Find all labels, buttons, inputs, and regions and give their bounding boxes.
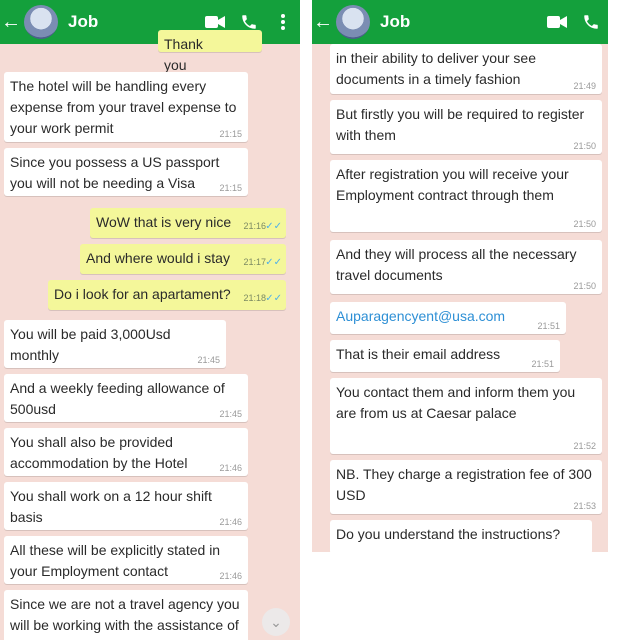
message-time: 21:17 xyxy=(243,257,266,267)
contact-name[interactable]: Job xyxy=(68,12,198,32)
message-time: 21:46 xyxy=(219,517,242,527)
video-call-icon[interactable] xyxy=(198,15,232,29)
message-outgoing[interactable]: WoW that is very nice 21:16 ✓✓ xyxy=(90,208,286,238)
phone-icon[interactable] xyxy=(232,13,266,31)
right-chat-panel: ← Job in their ability to deliver your s… xyxy=(312,0,608,552)
scroll-down-icon[interactable]: ⌄ xyxy=(262,608,290,636)
message-incoming[interactable]: You shall work on a 12 hour shift basis … xyxy=(4,482,248,530)
contact-avatar[interactable] xyxy=(336,5,370,39)
double-check-icon: ✓✓ xyxy=(265,221,282,232)
message-time: 21:49 xyxy=(573,81,596,91)
message-incoming[interactable]: You will be paid 3,000Usd monthly 21:45 xyxy=(4,320,226,368)
message-text: You shall also be provided accommodation… xyxy=(10,434,188,471)
message-text: All these will be explicitly stated in y… xyxy=(10,542,221,579)
back-arrow-icon[interactable]: ← xyxy=(312,0,334,44)
double-check-icon: ✓✓ xyxy=(265,257,282,268)
message-time: 21:46 xyxy=(219,463,242,473)
message-incoming[interactable]: Since we are not a travel agency you wil… xyxy=(4,590,248,640)
message-time: 21:50 xyxy=(573,281,596,291)
message-time: 21:52 xyxy=(573,441,596,451)
message-outgoing[interactable]: And where would i stay 21:17 ✓✓ xyxy=(80,244,286,274)
message-incoming[interactable]: Since you possess a US passport you will… xyxy=(4,148,248,196)
message-incoming[interactable]: You contact them and inform them you are… xyxy=(330,378,602,454)
contact-name[interactable]: Job xyxy=(380,12,540,32)
back-arrow-icon[interactable]: ← xyxy=(0,0,22,44)
contact-avatar[interactable] xyxy=(24,5,58,39)
message-time: 21:18 xyxy=(243,293,266,303)
message-text: Thank you xyxy=(164,36,203,73)
message-time: 21:15 xyxy=(219,183,242,193)
message-incoming[interactable]: in their ability to deliver your see doc… xyxy=(330,44,602,94)
message-text: You shall work on a 12 hour shift basis xyxy=(10,488,212,525)
message-text: You will be paid 3,000Usd monthly xyxy=(10,326,171,363)
message-time: 21:46 xyxy=(219,571,242,581)
message-text: NB. They charge a registration fee of 30… xyxy=(336,466,592,503)
message-text: And where would i stay xyxy=(86,250,230,266)
message-text: That is their email address xyxy=(336,346,501,362)
message-text: And they will process all the necessary … xyxy=(336,246,577,283)
message-text: But firstly you will be required to regi… xyxy=(336,106,585,143)
chat-header: ← Job xyxy=(312,0,608,44)
message-time: 21:51 xyxy=(531,359,554,369)
message-text: WoW that is very nice xyxy=(96,214,232,230)
message-incoming[interactable]: Do you understand the instructions? xyxy=(330,520,592,552)
message-text: Since we are not a travel agency you wil… xyxy=(10,596,240,633)
message-time: 21:53 xyxy=(573,501,596,511)
left-chat-panel: ← Job Thank you The hotel will be handli… xyxy=(0,0,300,640)
message-time: 21:45 xyxy=(219,409,242,419)
message-incoming[interactable]: And a weekly feeding allowance of 500usd… xyxy=(4,374,248,422)
message-incoming[interactable]: And they will process all the necessary … xyxy=(330,240,602,294)
message-text: The hotel will be handling every expense… xyxy=(10,78,237,136)
message-incoming[interactable]: All these will be explicitly stated in y… xyxy=(4,536,248,584)
message-incoming[interactable]: But firstly you will be required to regi… xyxy=(330,100,602,154)
message-text: in their ability to deliver your see doc… xyxy=(336,50,536,87)
message-time: 21:51 xyxy=(537,321,560,331)
message-text: Do i look for an apartament? xyxy=(54,286,231,302)
message-time: 21:45 xyxy=(197,355,220,365)
message-list[interactable]: Thank you The hotel will be handling eve… xyxy=(0,30,300,640)
message-incoming[interactable]: That is their email address 21:51 xyxy=(330,340,560,372)
message-time: 21:50 xyxy=(573,141,596,151)
message-text: And a weekly feeding allowance of 500usd xyxy=(10,380,225,417)
message-incoming[interactable]: NB. They charge a registration fee of 30… xyxy=(330,460,602,514)
message-outgoing[interactable]: Thank you xyxy=(158,30,262,73)
blank-area xyxy=(312,552,640,640)
right-gap xyxy=(608,0,640,552)
double-check-icon: ✓✓ xyxy=(265,293,282,304)
message-text: You contact them and inform them you are… xyxy=(336,384,576,421)
message-time: 21:50 xyxy=(573,219,596,229)
message-text: After registration you will receive your… xyxy=(336,166,569,203)
message-time: 21:15 xyxy=(219,129,242,139)
more-vert-icon[interactable] xyxy=(266,13,300,31)
message-list[interactable]: in their ability to deliver your see doc… xyxy=(312,44,608,552)
message-time: 21:16 xyxy=(243,221,266,231)
video-call-icon[interactable] xyxy=(540,15,574,29)
message-incoming[interactable]: Auparagencyent@usa.com 21:51 xyxy=(330,302,566,334)
message-incoming[interactable]: After registration you will receive your… xyxy=(330,160,602,232)
message-incoming[interactable]: The hotel will be handling every expense… xyxy=(4,72,248,142)
message-text: Do you understand the instructions? xyxy=(336,526,561,542)
email-link[interactable]: Auparagencyent@usa.com xyxy=(336,308,505,324)
message-text: Since you possess a US passport you will… xyxy=(10,154,220,191)
message-incoming[interactable]: You shall also be provided accommodation… xyxy=(4,428,248,476)
message-outgoing[interactable]: Do i look for an apartament? 21:18 ✓✓ xyxy=(48,280,286,310)
phone-icon[interactable] xyxy=(574,13,608,31)
